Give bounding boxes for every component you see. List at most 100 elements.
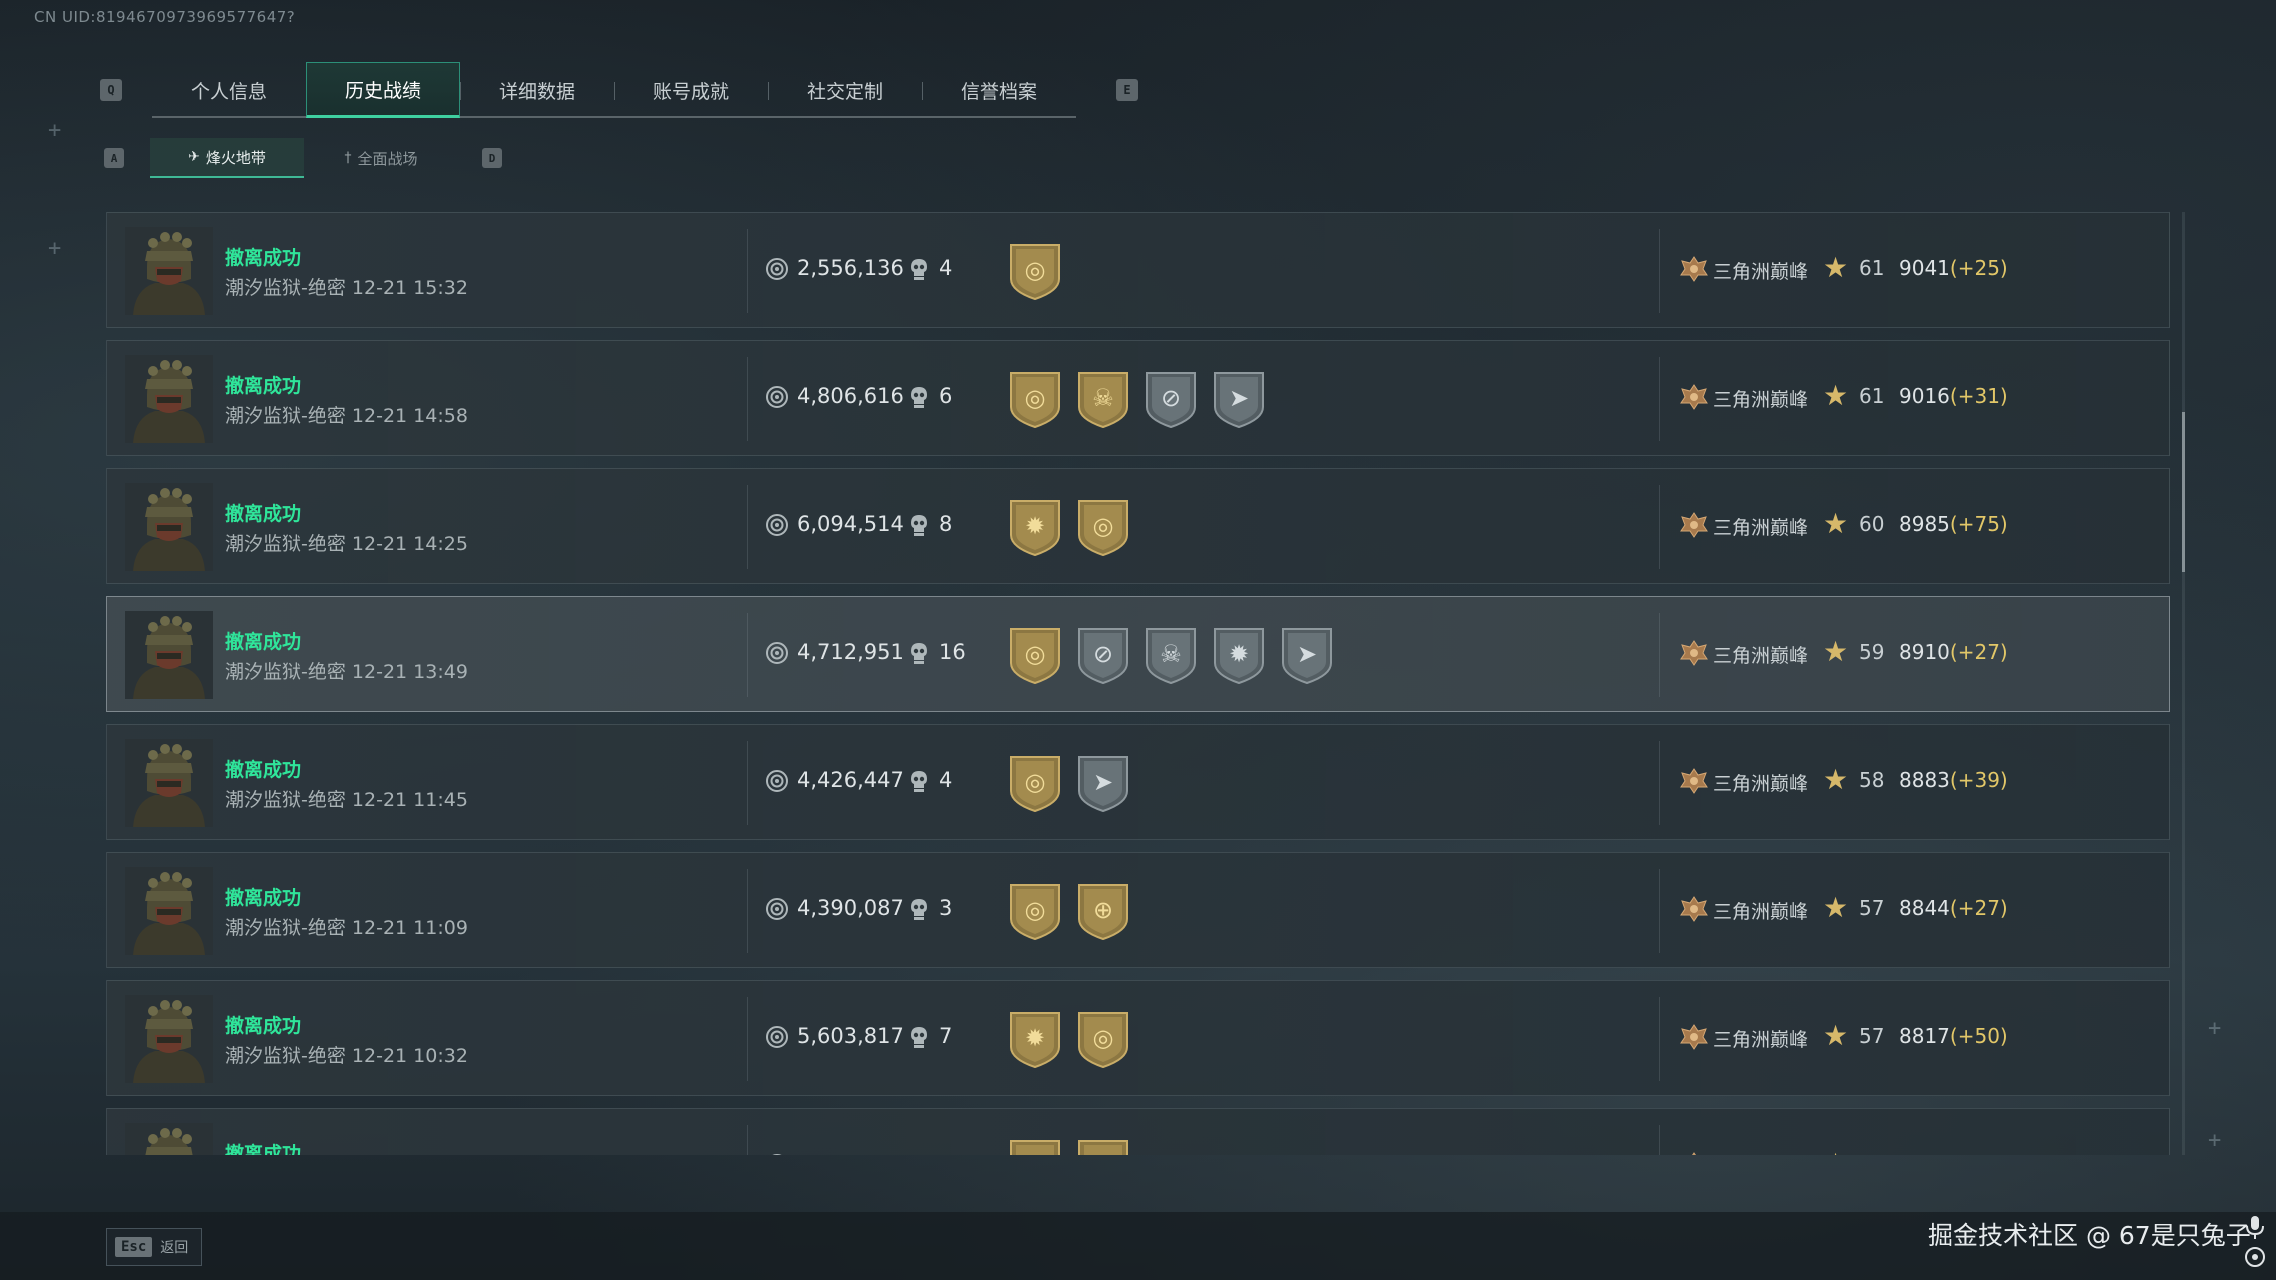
extraction-status: 撤离成功 <box>225 1015 302 1037</box>
medal-list: ✹◎ <box>1007 497 1131 557</box>
row-divider <box>1659 357 1660 441</box>
back-button[interactable]: Esc 返回 <box>106 1228 202 1266</box>
match-row[interactable]: 撤离成功 潮汐监狱-绝密 12-21 10:32 5,603,817 7 ✹ ◎ 三角洲巅峰… <box>106 980 2170 1096</box>
row-divider <box>747 613 748 697</box>
gold-medal-icon[interactable]: ◎ <box>1075 1009 1131 1069</box>
skull-icon <box>908 513 930 537</box>
decor-crosshair-mark: + <box>2208 1016 2222 1041</box>
match-row[interactable]: 撤离成功 ✹◎★ <box>106 1108 2170 1155</box>
medal-list: ✹◎ <box>1007 1009 1131 1069</box>
extraction-status: 撤离成功 <box>225 1143 302 1155</box>
decor-crosshair-mark: + <box>48 236 62 261</box>
match-row[interactable]: 撤离成功 潮汐监狱-绝密 12-21 15:32 2,556,136 4 ◎ 三角洲巅峰 ★… <box>106 212 2170 328</box>
rank-name: 三角洲巅峰 <box>1713 389 1809 411</box>
rank-level: 59 <box>1859 640 1885 664</box>
row-divider <box>747 485 748 569</box>
tab-detailed-data[interactable]: 详细数据 <box>460 62 614 118</box>
extraction-status: 撤离成功 <box>225 631 302 653</box>
match-info: 潮汐监狱-绝密 12-21 14:58 <box>225 401 468 428</box>
rank-level: 60 <box>1859 512 1885 536</box>
map-name: 潮汐监狱-绝密 <box>225 533 346 555</box>
scrollbar-thumb[interactable] <box>2182 412 2185 572</box>
map-name: 潮汐监狱-绝密 <box>225 661 346 683</box>
rank-name: 三角洲巅峰 <box>1713 261 1809 283</box>
silver-pistol-medal-icon[interactable]: ➤ <box>1279 625 1335 685</box>
tab-mode-warfare-label: 全面战场 <box>357 149 418 168</box>
skull-icon <box>908 769 930 793</box>
rank-score-value: 8817 <box>1899 1024 1950 1048</box>
tab-mode-warfare[interactable]: † 全面战场 <box>304 138 458 178</box>
prev-mode-key-hint[interactable]: A <box>104 148 124 168</box>
match-row[interactable]: 撤离成功 潮汐监狱-绝密 12-21 13:49 4,712,951 16 ◎ ⊘ ☠ ✹ ➤ 三… <box>106 596 2170 712</box>
silver-skull-medal-icon[interactable]: ☠ <box>1143 625 1199 685</box>
rank-badge-icon <box>1679 1151 1709 1155</box>
star-icon: ★ <box>1823 507 1849 540</box>
tab-match-history[interactable]: 历史战绩 <box>306 62 460 118</box>
match-row[interactable]: 撤离成功 潮汐监狱-绝密 12-21 11:09 4,390,087 3 ◎ ⊕ 三角洲巅峰… <box>106 852 2170 968</box>
tab-personal-info[interactable]: 个人信息 <box>152 62 306 118</box>
skull-icon <box>908 641 930 665</box>
silver-pistol-medal-icon[interactable]: ➤ <box>1075 753 1131 813</box>
rank-badge-icon <box>1679 255 1709 283</box>
prev-tab-key-hint[interactable]: Q <box>100 79 122 101</box>
operator-avatar <box>125 739 213 827</box>
gold-burst-medal-icon[interactable]: ✹ <box>1007 1137 1063 1155</box>
rank-score: 9041(+25) <box>1899 256 2008 280</box>
gold-medal-icon[interactable]: ◎ <box>1007 241 1063 301</box>
silver-crosshair-medal-icon[interactable]: ⊘ <box>1143 369 1199 429</box>
match-time: 12-21 10:32 <box>351 1045 468 1067</box>
match-row[interactable]: 撤离成功 潮汐监狱-绝密 12-21 11:45 4,426,447 4 ◎ ➤ 三角洲巅峰… <box>106 724 2170 840</box>
esc-key-hint: Esc <box>115 1237 153 1257</box>
match-history-list[interactable]: 撤离成功 潮汐监狱-绝密 12-21 15:32 2,556,136 4 ◎ 三角洲巅峰 ★… <box>106 212 2170 1155</box>
gold-burst-medal-icon[interactable]: ✹ <box>1007 497 1063 557</box>
rank-score-delta: (+31) <box>1949 384 2008 408</box>
tab-account-achievements[interactable]: 账号成就 <box>614 62 768 118</box>
operator-avatar <box>125 1123 213 1155</box>
rank-score: 8985(+75) <box>1899 512 2008 536</box>
rank-level: 57 <box>1859 896 1885 920</box>
tab-credit-record[interactable]: 信誉档案 <box>922 62 1076 118</box>
rank-level: 61 <box>1859 256 1885 280</box>
tab-social-customization[interactable]: 社交定制 <box>768 62 922 118</box>
rank-level: 58 <box>1859 768 1885 792</box>
svg-text:☠: ☠ <box>1160 640 1182 668</box>
silver-pistol-medal-icon[interactable]: ➤ <box>1211 369 1267 429</box>
rank-badge-icon <box>1679 383 1709 411</box>
match-row[interactable]: 撤离成功 潮汐监狱-绝密 12-21 14:25 6,094,514 8 ✹ ◎ 三角洲巅峰… <box>106 468 2170 584</box>
tab-mode-operations[interactable]: ✈ 烽火地带 <box>150 138 304 178</box>
next-tab-key-hint[interactable]: E <box>1116 79 1138 101</box>
loot-value: 4,390,087 <box>797 896 904 920</box>
row-divider <box>747 357 748 441</box>
gold-medal-icon[interactable]: ◎ <box>1007 369 1063 429</box>
gold-medal-icon[interactable]: ◎ <box>1007 753 1063 813</box>
rank-name: 三角洲巅峰 <box>1713 1029 1809 1051</box>
gold-skull-medal-icon[interactable]: ☠ <box>1075 369 1131 429</box>
medal-list: ◎ ➤ <box>1007 753 1131 813</box>
gold-medal-icon[interactable]: ◎ <box>1075 497 1131 557</box>
gold-medal-icon[interactable]: ◎ <box>1007 625 1063 685</box>
main-tabs: 个人信息 历史战绩 详细数据 账号成就 社交定制 信誉档案 <box>152 62 1076 118</box>
gold-medal-icon[interactable]: ◎ <box>1075 1137 1131 1155</box>
kill-count: 4 <box>939 256 953 280</box>
gold-burst-medal-icon[interactable]: ✹ <box>1007 1009 1063 1069</box>
rank-score: 8910(+27) <box>1899 640 2008 664</box>
extraction-status: 撤离成功 <box>225 887 302 909</box>
microphone-icon[interactable] <box>2244 1214 2266 1240</box>
match-row[interactable]: 撤离成功 潮汐监狱-绝密 12-21 14:58 4,806,616 6 ◎ ☠ ⊘ ➤ 三角洲… <box>106 340 2170 456</box>
svg-text:☠: ☠ <box>1092 384 1114 412</box>
coin-icon <box>765 1153 789 1155</box>
loot-value: 4,712,951 <box>797 640 904 664</box>
star-icon: ★ <box>1823 379 1849 412</box>
scrollbar-track[interactable] <box>2182 212 2185 1155</box>
star-icon: ★ <box>1823 251 1849 284</box>
location-icon[interactable] <box>2244 1246 2266 1268</box>
silver-crosshair-medal-icon[interactable]: ⊘ <box>1075 625 1131 685</box>
rank-name: 三角洲巅峰 <box>1713 645 1809 667</box>
map-name: 潮汐监狱-绝密 <box>225 917 346 939</box>
rank-score-delta: (+39) <box>1949 768 2008 792</box>
silver-burst-medal-icon[interactable]: ✹ <box>1211 625 1267 685</box>
next-mode-key-hint[interactable]: D <box>482 148 502 168</box>
svg-text:◎: ◎ <box>1025 256 1046 284</box>
gold-medal-icon[interactable]: ◎ <box>1007 881 1063 941</box>
gold-target-medal-icon[interactable]: ⊕ <box>1075 881 1131 941</box>
